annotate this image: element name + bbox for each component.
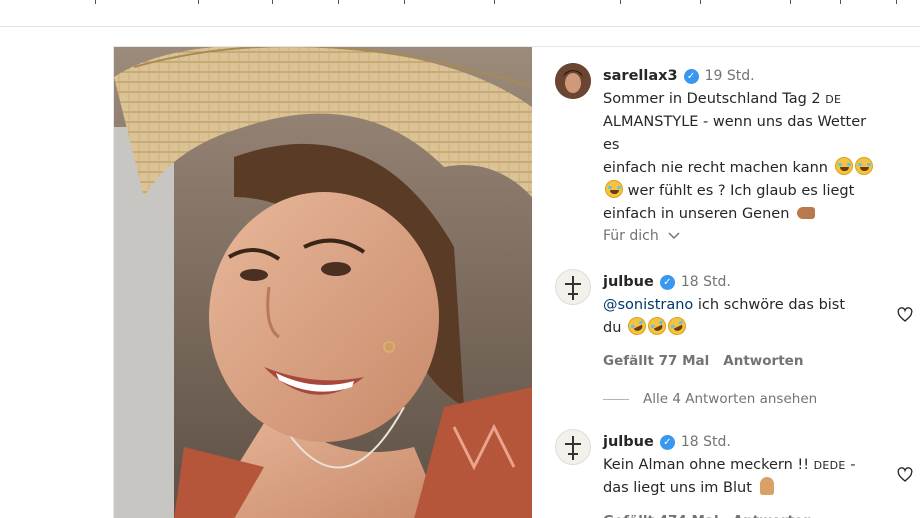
heart-icon[interactable] — [897, 307, 913, 323]
comment-text-line: @sonistrano ich schwöre das bist — [603, 294, 883, 317]
caption-text: einfach in unseren Genen — [603, 206, 790, 222]
comment-content: julbue ✓ 18 Std. @sonistrano ich schwöre… — [603, 271, 883, 373]
nav-divider — [95, 0, 96, 4]
avatar[interactable] — [555, 429, 591, 465]
nav-divider — [840, 0, 841, 4]
post-author-username[interactable]: sarellax3 — [603, 65, 678, 88]
flag-emoji: DEDE — [813, 459, 846, 472]
comment-text: das liegt uns im Blut — [603, 480, 752, 496]
caption-text: Sommer in Deutschland Tag 2 — [603, 91, 821, 107]
caption-line: ALMANSTYLE - wenn uns das Wetter es — [603, 114, 867, 153]
heart-icon[interactable] — [897, 467, 913, 483]
comments-panel: sarellax3 ✓ 19 Std. Sommer in Deutschlan… — [533, 47, 920, 518]
chevron-down-icon — [668, 232, 680, 240]
rofl-emoji-icon — [665, 314, 689, 338]
laughing-emoji-icon — [605, 180, 623, 198]
comment-meta: Gefällt 474 Mal Antworten — [603, 510, 883, 518]
post-timestamp[interactable]: 19 Std. — [705, 65, 755, 88]
comment-username[interactable]: julbue — [603, 271, 654, 294]
flag-emoji: DE — [825, 93, 842, 106]
post-photo-illustration — [114, 47, 532, 518]
replies-divider — [603, 398, 629, 400]
nav-divider — [620, 0, 621, 4]
nav-divider — [338, 0, 339, 4]
comment-text-line: das liegt uns im Blut — [603, 477, 883, 500]
comment-username[interactable]: julbue — [603, 431, 654, 454]
comment-content: julbue ✓ 18 Std. Kein Alman ohne meckern… — [603, 431, 883, 518]
avatar-image — [555, 63, 591, 99]
caption-content: sarellax3 ✓ 19 Std. Sommer in Deutschlan… — [603, 65, 883, 226]
comment-text: Kein Alman ohne meckern !! — [603, 457, 810, 473]
avatar-image — [565, 276, 581, 300]
view-replies-button[interactable]: Alle 4 Antworten ansehen — [603, 391, 920, 407]
for-you-label: Für dich — [603, 228, 659, 244]
rofl-emoji-icon — [625, 314, 649, 338]
nav-divider — [700, 0, 701, 4]
nav-divider — [790, 0, 791, 4]
caption-line: Sommer in Deutschland Tag 2 DE — [603, 88, 883, 111]
comment-text: - — [850, 457, 856, 473]
top-navigation-bar — [0, 0, 920, 27]
comment-text-line: Kein Alman ohne meckern !! DEDE - — [603, 454, 883, 477]
reply-button[interactable]: Antworten — [733, 510, 813, 518]
caption-line: einfach nie recht machen kann — [603, 157, 883, 180]
pointing-hand-emoji-icon — [797, 207, 816, 219]
avatar[interactable] — [555, 63, 591, 99]
comment-timestamp[interactable]: 18 Std. — [681, 271, 731, 294]
view-replies-label: Alle 4 Antworten ansehen — [643, 391, 818, 407]
verified-badge-icon: ✓ — [659, 275, 675, 290]
rofl-emoji-icon — [645, 314, 669, 338]
comment-meta: Gefällt 77 Mal Antworten — [603, 350, 883, 373]
verified-badge-icon: ✓ — [683, 69, 699, 84]
caption-line: wer fühlt es ? Ich glaub es liegt — [603, 180, 883, 203]
comment-text: du — [603, 320, 622, 336]
for-you-toggle[interactable]: Für dich — [603, 225, 920, 244]
caption-line: einfach in unseren Genen — [603, 203, 883, 226]
comment-text-line: du — [603, 314, 883, 340]
post-photo[interactable] — [114, 47, 532, 518]
nav-divider — [404, 0, 405, 4]
comment-timestamp[interactable]: 18 Std. — [681, 431, 731, 454]
avatar-image — [565, 436, 581, 460]
nav-divider — [198, 0, 199, 4]
comment-text: ich schwöre das bist — [697, 297, 846, 313]
likes-count[interactable]: Gefällt 77 Mal — [603, 350, 709, 373]
verified-badge-icon: ✓ — [659, 435, 675, 450]
laughing-emoji-icon — [834, 157, 853, 175]
avatar[interactable] — [555, 269, 591, 305]
laughing-emoji-icon — [854, 157, 873, 175]
likes-count[interactable]: Gefällt 474 Mal — [603, 510, 719, 518]
nav-divider — [272, 0, 273, 4]
post-dialog: sarellax3 ✓ 19 Std. Sommer in Deutschlan… — [113, 46, 920, 518]
praying-hands-emoji-icon — [759, 477, 774, 495]
mention-link[interactable]: @sonistrano — [603, 297, 693, 313]
nav-divider — [494, 0, 495, 4]
reply-button[interactable]: Antworten — [723, 350, 803, 373]
caption-text: einfach nie recht machen kann — [603, 160, 828, 176]
nav-divider — [896, 0, 897, 4]
caption-text: wer fühlt es ? Ich glaub es liegt — [627, 183, 855, 199]
